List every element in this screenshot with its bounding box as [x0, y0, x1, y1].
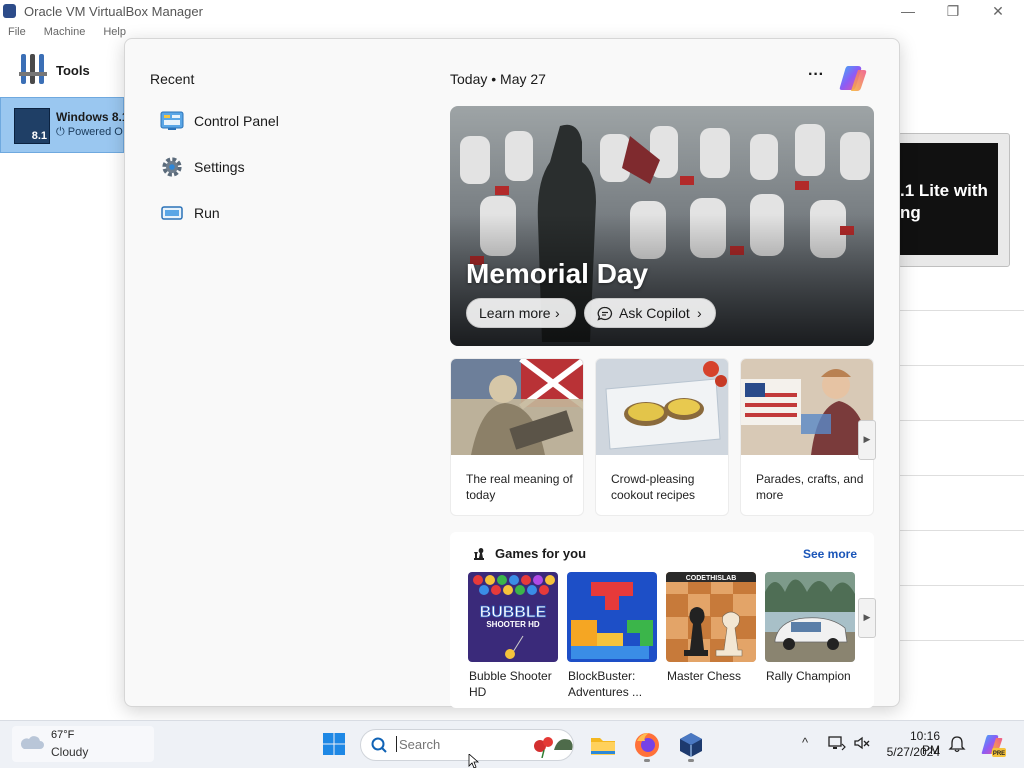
network-icon[interactable] — [828, 735, 846, 751]
card-image-veteran — [451, 359, 583, 455]
tools-icon — [19, 54, 47, 84]
pre-badge: PRE — [993, 751, 1005, 757]
divider — [900, 530, 1024, 531]
divider — [900, 640, 1024, 641]
game-tile-rally-champion[interactable] — [765, 572, 855, 662]
gear-icon — [162, 157, 182, 177]
virtualbox-titlebar: Oracle VM VirtualBox Manager — [0, 0, 1024, 24]
card-image-crafts — [741, 359, 873, 455]
cards-next-button[interactable]: ▶ — [858, 420, 876, 460]
virtualbox-taskbar-icon[interactable] — [677, 731, 705, 759]
menu-file[interactable]: File — [8, 26, 26, 38]
vm-preview-screen: .1 Lite with ng — [898, 143, 998, 255]
chat-bubble-icon — [597, 306, 613, 321]
game-caption: BlockBuster: Adventures ... — [568, 669, 643, 699]
games-next-button[interactable]: ▶ — [858, 598, 876, 638]
games-heading: Games for you — [495, 546, 587, 561]
ask-copilot-label: Ask Copilot — [619, 305, 690, 321]
game-caption: Master Chess — [667, 669, 742, 683]
poppy-helmet-icon — [534, 737, 573, 758]
game-logo-text: BUBBLE — [480, 604, 547, 621]
search-icon — [371, 737, 387, 753]
game-logo-subtext: SHOOTER HD — [486, 620, 540, 629]
notification-bell-icon[interactable] — [948, 735, 966, 753]
virtualbox-app-icon — [3, 4, 16, 18]
divider — [900, 310, 1024, 311]
divider — [900, 365, 1024, 366]
running-indicator — [688, 759, 694, 762]
chevron-up-icon[interactable]: ^ — [797, 735, 813, 751]
run-icon — [161, 206, 183, 220]
copilot-icon[interactable] — [838, 62, 870, 94]
recent-item-label: Control Panel — [194, 113, 279, 129]
game-tile-bubble-shooter[interactable]: BUBBLE SHOOTER HD — [468, 572, 558, 662]
game-brand-text: CODETHISLAB — [686, 575, 737, 582]
tools-label: Tools — [56, 63, 90, 78]
card-caption: Crowd-pleasing cookout recipes — [611, 472, 696, 502]
menu-machine[interactable]: Machine — [44, 26, 86, 38]
menu-bar: File Machine Help — [0, 26, 136, 42]
card-image-cookout — [596, 359, 728, 455]
firefox-icon[interactable] — [633, 731, 661, 759]
recent-item-settings[interactable]: Settings — [158, 152, 378, 182]
vm-badge: 8.1 — [31, 130, 47, 142]
news-card[interactable]: Crowd-pleasing cookout recipes — [595, 358, 729, 516]
preview-line-2: ng — [900, 203, 921, 222]
more-options-button[interactable]: ··· — [806, 66, 826, 86]
recent-item-label: Run — [194, 205, 220, 221]
chevron-right-icon: › — [555, 305, 560, 321]
recent-heading: Recent — [150, 71, 195, 87]
news-card[interactable]: The real meaning of today — [450, 358, 584, 516]
cloud-icon — [20, 736, 44, 749]
weather-temperature: 67°F — [51, 729, 75, 741]
recent-item-control-panel[interactable]: Control Panel — [158, 106, 378, 136]
ask-copilot-button[interactable]: Ask Copilot › — [584, 298, 716, 328]
recent-item-label: Settings — [194, 159, 245, 175]
chevron-right-icon: › — [697, 305, 702, 321]
windows-start-icon[interactable] — [322, 732, 346, 756]
vm-name: Windows 8.1 — [56, 110, 129, 124]
hero-title: Memorial Day — [466, 258, 649, 289]
news-card[interactable]: Parades, crafts, and more — [740, 358, 874, 516]
divider — [900, 475, 1024, 476]
minimize-button[interactable]: — — [893, 2, 923, 22]
today-date: May 27 — [500, 71, 546, 87]
see-more-link[interactable]: See more — [803, 547, 857, 561]
game-caption: Rally Champion — [766, 669, 851, 683]
control-panel-icon — [160, 111, 184, 130]
learn-more-label: Learn more — [479, 305, 551, 321]
card-caption: Parades, crafts, and more — [756, 472, 864, 502]
running-indicator — [644, 759, 650, 762]
game-tile-blockbuster[interactable] — [567, 572, 657, 662]
vm-state: ⏻ Powered O — [56, 126, 123, 138]
close-button[interactable]: ✕ — [983, 2, 1013, 22]
menu-help[interactable]: Help — [103, 26, 126, 38]
card-caption: The real meaning of today — [466, 472, 573, 502]
vm-state-text: Powered O — [67, 126, 123, 138]
windows-vm-icon: 8.1 — [14, 108, 50, 144]
chess-piece-icon — [474, 548, 484, 560]
recent-item-run[interactable]: Run — [158, 198, 378, 228]
clock-date[interactable]: 5/27/2024 — [880, 745, 940, 759]
preview-line-1: .1 Lite with — [900, 181, 988, 200]
copilot-taskbar-icon[interactable]: PRE — [980, 732, 1006, 758]
game-caption: Bubble Shooter HD — [469, 669, 552, 699]
search-input[interactable] — [396, 736, 519, 752]
restore-button[interactable]: ❐ — [938, 2, 968, 22]
volume-muted-icon[interactable] — [853, 735, 871, 751]
today-separator: • — [491, 71, 497, 87]
file-explorer-icon[interactable] — [589, 731, 617, 759]
game-tile-master-chess[interactable]: CODETHISLAB — [666, 572, 756, 662]
divider — [900, 585, 1024, 586]
weather-condition: Cloudy — [51, 745, 89, 759]
learn-more-button[interactable]: Learn more › — [466, 298, 576, 328]
today-heading: Today • May 27 — [450, 71, 546, 87]
window-title: Oracle VM VirtualBox Manager — [24, 4, 203, 19]
mouse-cursor-icon — [468, 754, 480, 768]
today-label: Today — [450, 71, 488, 87]
divider — [900, 420, 1024, 421]
